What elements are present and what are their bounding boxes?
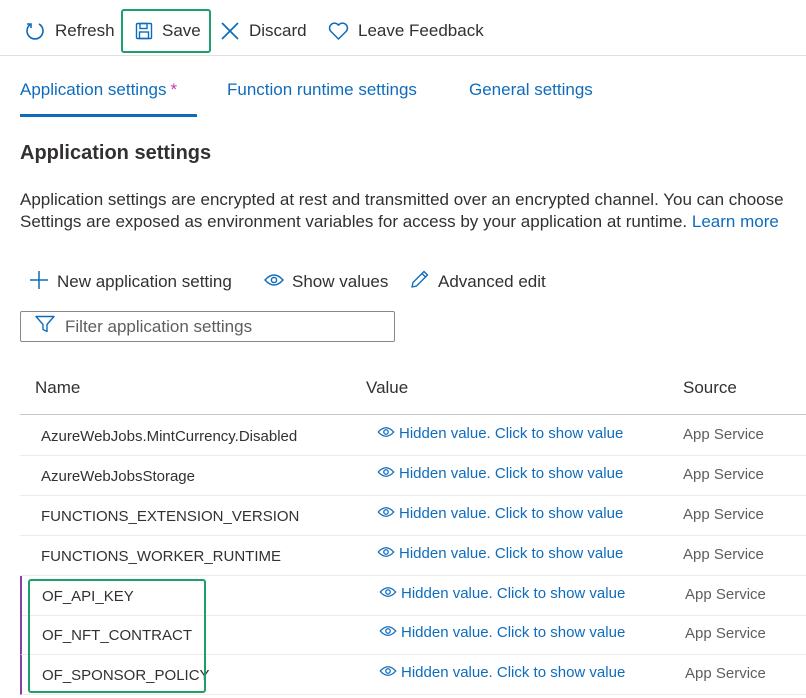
setting-name[interactable]: AzureWebJobs.MintCurrency.Disabled — [41, 428, 297, 445]
section-title: Application settings — [20, 142, 212, 164]
setting-source: App Service — [685, 665, 766, 682]
column-header-source[interactable]: Source — [683, 378, 737, 398]
eye-icon — [377, 505, 395, 522]
setting-name[interactable]: FUNCTIONS_EXTENSION_VERSION — [41, 508, 299, 525]
hidden-value-text: Hidden value. Click to show value — [399, 425, 624, 442]
add-icon — [29, 270, 49, 295]
new-setting-label: New application setting — [57, 272, 232, 291]
table-row: AzureWebJobs.MintCurrency.Disabled Hidde… — [20, 416, 806, 456]
hidden-value-link[interactable]: Hidden value. Click to show value — [379, 585, 625, 602]
hidden-value-text: Hidden value. Click to show value — [401, 624, 626, 641]
eye-icon — [377, 545, 395, 562]
tab-application-settings[interactable]: Application settings * — [20, 80, 177, 100]
hidden-value-text: Hidden value. Click to show value — [399, 545, 624, 562]
filter-icon — [35, 315, 55, 338]
hidden-value-link[interactable]: Hidden value. Click to show value — [377, 465, 623, 482]
feedback-label: Leave Feedback — [358, 21, 484, 40]
setting-name[interactable]: AzureWebJobsStorage — [41, 468, 195, 485]
advanced-edit-label: Advanced edit — [438, 272, 546, 291]
section-description: Application settings are encrypted at re… — [20, 189, 806, 233]
hidden-value-link[interactable]: Hidden value. Click to show value — [379, 624, 625, 641]
save-label: Save — [162, 21, 201, 40]
discard-button[interactable]: Discard — [220, 10, 307, 52]
new-application-setting-button[interactable]: New application setting — [29, 268, 232, 296]
heart-icon — [328, 21, 349, 41]
tab-general-settings[interactable]: General settings — [469, 80, 593, 100]
refresh-button[interactable]: Refresh — [24, 10, 115, 52]
hidden-value-text: Hidden value. Click to show value — [401, 585, 626, 602]
table-row: AzureWebJobsStorage Hidden value. Click … — [20, 456, 806, 496]
modified-marker: * — [170, 80, 178, 99]
command-bar: Refresh Save Discard Leave Feedback — [0, 0, 806, 56]
save-icon — [135, 22, 153, 40]
column-header-name[interactable]: Name — [35, 378, 80, 398]
table-row: FUNCTIONS_EXTENSION_VERSION Hidden value… — [20, 496, 806, 536]
description-line-1: Application settings are encrypted at re… — [20, 190, 784, 209]
hidden-value-text: Hidden value. Click to show value — [399, 505, 624, 522]
edit-icon — [409, 269, 430, 295]
tab-label: Application settings — [20, 80, 167, 99]
hidden-value-link[interactable]: Hidden value. Click to show value — [377, 425, 623, 442]
setting-source: App Service — [683, 506, 764, 523]
column-header-value[interactable]: Value — [366, 378, 408, 398]
new-settings-highlight-box — [28, 579, 206, 693]
header-divider — [20, 414, 806, 415]
advanced-edit-button[interactable]: Advanced edit — [409, 268, 546, 296]
eye-icon — [379, 624, 397, 641]
eye-icon — [379, 585, 397, 602]
filter-input[interactable] — [65, 316, 385, 337]
description-line-2: Settings are exposed as environment vari… — [20, 211, 806, 233]
filter-box — [20, 311, 395, 342]
hidden-value-text: Hidden value. Click to show value — [399, 465, 624, 482]
eye-icon — [377, 465, 395, 482]
eye-icon — [379, 664, 397, 681]
setting-source: App Service — [683, 466, 764, 483]
refresh-label: Refresh — [55, 21, 115, 40]
hidden-value-link[interactable]: Hidden value. Click to show value — [379, 664, 625, 681]
leave-feedback-button[interactable]: Leave Feedback — [328, 10, 484, 52]
table-row: FUNCTIONS_WORKER_RUNTIME Hidden value. C… — [20, 536, 806, 576]
show-values-label: Show values — [292, 272, 389, 291]
setting-name[interactable]: FUNCTIONS_WORKER_RUNTIME — [41, 548, 281, 565]
hidden-value-link[interactable]: Hidden value. Click to show value — [377, 545, 623, 562]
show-values-button[interactable]: Show values — [264, 268, 388, 296]
description-text: Settings are exposed as environment vari… — [20, 212, 688, 231]
save-button[interactable]: Save — [121, 9, 211, 53]
hidden-value-link[interactable]: Hidden value. Click to show value — [377, 505, 623, 522]
tab-function-runtime-settings[interactable]: Function runtime settings — [227, 80, 417, 100]
discard-label: Discard — [249, 21, 307, 40]
active-tab-indicator — [20, 114, 197, 117]
setting-source: App Service — [685, 586, 766, 603]
setting-source: App Service — [683, 426, 764, 443]
learn-more-link[interactable]: Learn more — [692, 212, 779, 231]
setting-source: App Service — [685, 625, 766, 642]
hidden-value-text: Hidden value. Click to show value — [401, 664, 626, 681]
refresh-icon — [24, 20, 46, 42]
setting-source: App Service — [683, 546, 764, 563]
eye-icon — [264, 272, 284, 292]
eye-icon — [377, 425, 395, 442]
discard-icon — [220, 21, 240, 41]
